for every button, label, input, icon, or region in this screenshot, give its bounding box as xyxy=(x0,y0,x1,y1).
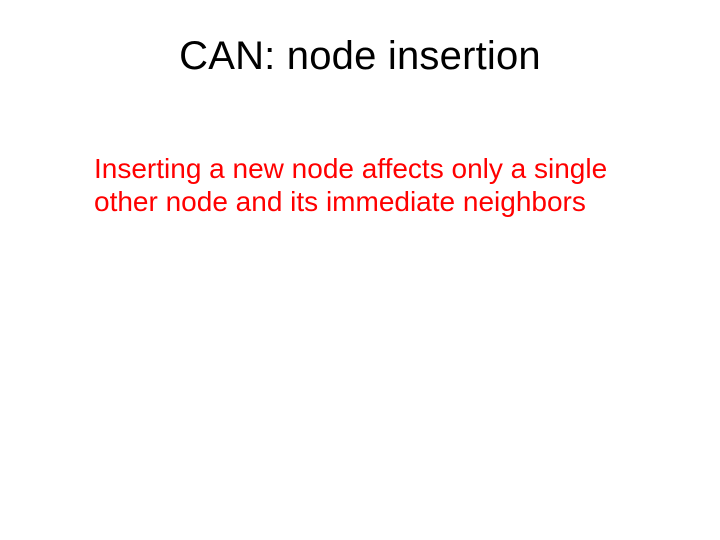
slide-title: CAN: node insertion xyxy=(0,34,720,79)
slide-body-text: Inserting a new node affects only a sing… xyxy=(94,152,614,218)
slide: CAN: node insertion Inserting a new node… xyxy=(0,0,720,540)
